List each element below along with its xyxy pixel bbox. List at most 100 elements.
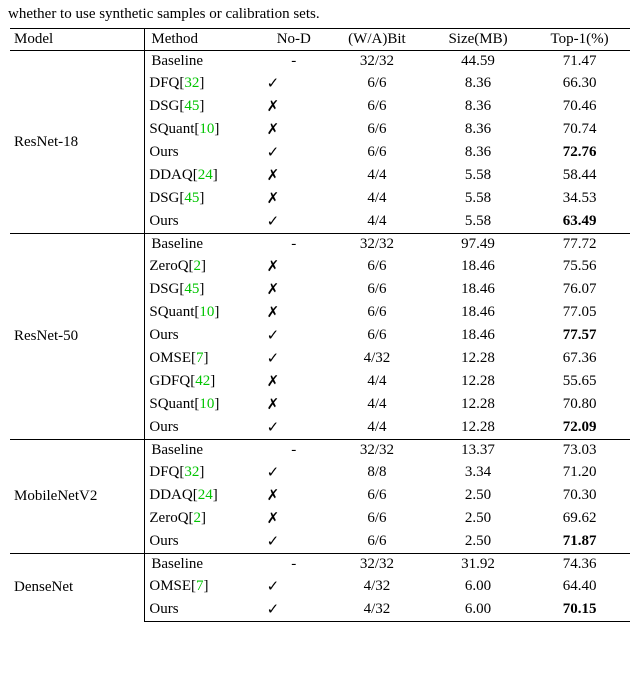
- bits-cell: 6/6: [327, 72, 427, 95]
- citation-ref[interactable]: 10: [199, 396, 214, 412]
- nod-cell: ✗: [261, 164, 327, 187]
- method-cell: Baseline: [145, 440, 261, 462]
- bits-cell: 32/32: [327, 440, 427, 462]
- nod-cell: -: [261, 440, 327, 462]
- top1-cell: 66.30: [529, 72, 630, 95]
- method-cell: ZeroQ[2]: [145, 255, 261, 278]
- model-cell: ResNet-50: [10, 234, 145, 440]
- bits-cell: 6/6: [327, 95, 427, 118]
- citation-ref[interactable]: 32: [184, 75, 199, 91]
- bits-cell: 6/6: [327, 324, 427, 347]
- caption-fragment: whether to use synthetic samples or cali…: [0, 0, 640, 28]
- method-cell: Ours: [145, 324, 261, 347]
- method-cell: DDAQ[24]: [145, 164, 261, 187]
- nod-cell: ✗: [261, 187, 327, 210]
- bits-cell: 32/32: [327, 51, 427, 73]
- size-cell: 8.36: [427, 118, 529, 141]
- size-cell: 18.46: [427, 255, 529, 278]
- nod-cell: ✗: [261, 95, 327, 118]
- nod-cell: -: [261, 234, 327, 256]
- top1-cell: 77.72: [529, 234, 630, 256]
- citation-ref[interactable]: 10: [199, 304, 214, 320]
- method-cell: Ours: [145, 141, 261, 164]
- citation-ref[interactable]: 45: [184, 281, 199, 297]
- top1-cell: 73.03: [529, 440, 630, 462]
- top1-cell: 70.46: [529, 95, 630, 118]
- nod-cell: ✗: [261, 278, 327, 301]
- col-top1: Top-1(%): [529, 29, 630, 51]
- method-cell: DDAQ[24]: [145, 484, 261, 507]
- size-cell: 97.49: [427, 234, 529, 256]
- citation-ref[interactable]: 45: [184, 190, 199, 206]
- bits-cell: 4/4: [327, 164, 427, 187]
- size-cell: 8.36: [427, 95, 529, 118]
- top1-cell: 71.20: [529, 461, 630, 484]
- results-table: Model Method No-D (W/A)Bit Size(MB) Top-…: [10, 28, 630, 622]
- citation-ref[interactable]: 32: [184, 464, 199, 480]
- top1-cell: 70.30: [529, 484, 630, 507]
- size-cell: 8.36: [427, 72, 529, 95]
- citation-ref[interactable]: 7: [196, 350, 204, 366]
- bits-cell: 6/6: [327, 255, 427, 278]
- bits-cell: 8/8: [327, 461, 427, 484]
- nod-cell: -: [261, 51, 327, 73]
- bits-cell: 4/32: [327, 347, 427, 370]
- citation-ref[interactable]: 24: [198, 487, 213, 503]
- citation-ref[interactable]: 2: [194, 510, 202, 526]
- method-cell: DSG[45]: [145, 187, 261, 210]
- results-table-wrap: Model Method No-D (W/A)Bit Size(MB) Top-…: [0, 28, 640, 632]
- method-cell: Ours: [145, 416, 261, 440]
- size-cell: 6.00: [427, 598, 529, 622]
- col-bits: (W/A)Bit: [327, 29, 427, 51]
- nod-cell: ✓: [261, 72, 327, 95]
- bits-cell: 6/6: [327, 301, 427, 324]
- nod-cell: ✓: [261, 347, 327, 370]
- bits-cell: 6/6: [327, 484, 427, 507]
- size-cell: 5.58: [427, 187, 529, 210]
- citation-ref[interactable]: 7: [196, 578, 204, 594]
- size-cell: 18.46: [427, 301, 529, 324]
- nod-cell: ✗: [261, 118, 327, 141]
- top1-cell: 71.87: [529, 530, 630, 554]
- bits-cell: 6/6: [327, 278, 427, 301]
- method-cell: Baseline: [145, 554, 261, 576]
- method-cell: OMSE[7]: [145, 347, 261, 370]
- bits-cell: 6/6: [327, 118, 427, 141]
- method-cell: ZeroQ[2]: [145, 507, 261, 530]
- top1-cell: 72.09: [529, 416, 630, 440]
- citation-ref[interactable]: 45: [184, 98, 199, 114]
- size-cell: 2.50: [427, 484, 529, 507]
- top1-cell: 70.80: [529, 393, 630, 416]
- bits-cell: 32/32: [327, 554, 427, 576]
- method-cell: SQuant[10]: [145, 118, 261, 141]
- size-cell: 12.28: [427, 347, 529, 370]
- citation-ref[interactable]: 2: [194, 258, 202, 274]
- table-row: ResNet-18Baseline-32/3244.5971.47: [10, 51, 630, 73]
- size-cell: 8.36: [427, 141, 529, 164]
- nod-cell: ✗: [261, 255, 327, 278]
- size-cell: 31.92: [427, 554, 529, 576]
- size-cell: 12.28: [427, 416, 529, 440]
- top1-cell: 77.57: [529, 324, 630, 347]
- top1-cell: 55.65: [529, 370, 630, 393]
- size-cell: 44.59: [427, 51, 529, 73]
- method-cell: Baseline: [145, 234, 261, 256]
- nod-cell: ✓: [261, 461, 327, 484]
- size-cell: 3.34: [427, 461, 529, 484]
- method-cell: DFQ[32]: [145, 461, 261, 484]
- nod-cell: ✗: [261, 393, 327, 416]
- citation-ref[interactable]: 42: [195, 373, 210, 389]
- bits-cell: 4/32: [327, 598, 427, 622]
- nod-cell: ✓: [261, 141, 327, 164]
- size-cell: 18.46: [427, 324, 529, 347]
- size-cell: 6.00: [427, 575, 529, 598]
- method-cell: Ours: [145, 210, 261, 234]
- bits-cell: 32/32: [327, 234, 427, 256]
- size-cell: 5.58: [427, 210, 529, 234]
- top1-cell: 67.36: [529, 347, 630, 370]
- method-cell: GDFQ[42]: [145, 370, 261, 393]
- citation-ref[interactable]: 24: [198, 167, 213, 183]
- top1-cell: 74.36: [529, 554, 630, 576]
- top1-cell: 63.49: [529, 210, 630, 234]
- citation-ref[interactable]: 10: [199, 121, 214, 137]
